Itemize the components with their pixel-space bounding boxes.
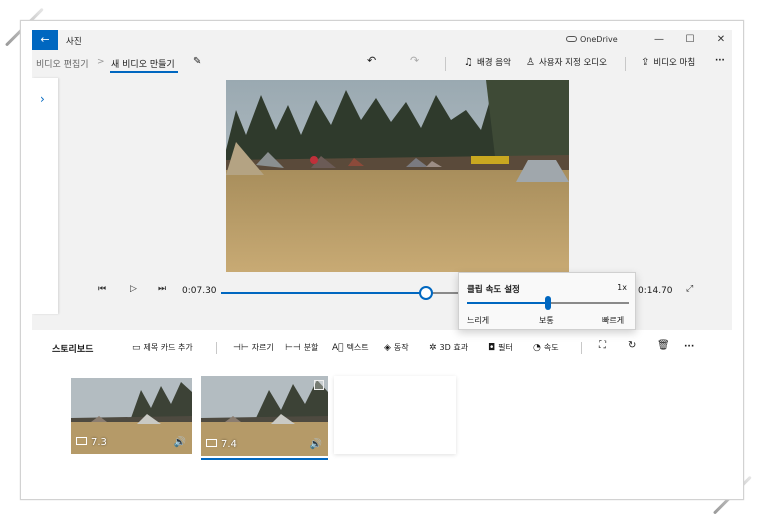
person-audio-icon: ♙: [526, 57, 535, 68]
play-icon[interactable]: ▷: [130, 284, 137, 294]
add-title-card-button[interactable]: ▭ 제목 카드 추가: [132, 342, 193, 353]
text-icon: A⃞: [332, 343, 344, 353]
chevron-right-icon: >: [97, 57, 105, 67]
side-panel: ›: [32, 78, 58, 314]
clip-1-duration: 7.3: [76, 437, 107, 448]
campsite-video-frame: [226, 80, 569, 272]
finish-video-label: 비디오 마침: [653, 58, 696, 68]
back-button[interactable]: ←: [32, 30, 58, 50]
video-preview[interactable]: [226, 80, 569, 272]
add-title-card-label: 제목 카드 추가: [143, 343, 193, 352]
storyboard-clip-2[interactable]: 7.4 🔊: [201, 376, 328, 456]
frame-icon: [206, 439, 217, 447]
maximize-button[interactable]: ☐: [675, 30, 705, 50]
divider: [581, 342, 582, 354]
3d-effects-icon: ✲: [429, 343, 437, 353]
active-crumb-underline: [110, 71, 178, 73]
current-time: 0:07.30: [182, 286, 217, 296]
filters-button[interactable]: ◘ 필터: [488, 342, 513, 353]
speed-normal-label: 보통: [539, 316, 554, 325]
clip-2-duration: 7.4: [206, 439, 237, 450]
storyboard: 스토리보드 ▭ 제목 카드 추가 ⊣⊢ 자르기 ⊢⊣ 분할 A⃞ 텍스트 ◈ 동작 ✲ 3D…: [32, 330, 732, 460]
storyboard-more-button[interactable]: ···: [684, 342, 694, 352]
speed-button[interactable]: ◔ 속도: [533, 342, 559, 353]
split-button[interactable]: ⊢⊣ 분할: [285, 342, 318, 353]
speed-fast-label: 빠르게: [602, 316, 625, 325]
divider: [216, 342, 217, 354]
3d-effects-label: 3D 효과: [439, 343, 469, 352]
text-label: 텍스트: [346, 343, 369, 352]
cloud-icon: [566, 35, 577, 42]
undo-icon[interactable]: ↶: [367, 54, 376, 67]
speedometer-icon: ◔: [533, 343, 541, 353]
divider: [625, 57, 626, 71]
breadcrumb-new-video[interactable]: 새 비디오 만들기: [111, 57, 175, 70]
frame-icon: [76, 437, 87, 445]
minimize-button[interactable]: —: [644, 30, 674, 50]
resize-icon[interactable]: ⛶: [599, 340, 606, 351]
speed-slider-thumb[interactable]: [545, 296, 551, 310]
background-music-button[interactable]: ♫ 배경 음악: [464, 56, 511, 68]
motion-label: 동작: [393, 343, 409, 352]
breadcrumb-video-editor[interactable]: 비디오 편집기: [36, 57, 89, 70]
speaker-icon[interactable]: 🔊: [174, 437, 186, 448]
selected-clip-indicator: [201, 458, 328, 460]
clip-select-checkbox[interactable]: [314, 380, 324, 390]
seek-bar-progress: [221, 292, 427, 294]
total-time: 0:14.70: [638, 286, 673, 296]
finish-video-button[interactable]: ⇪ 비디오 마침: [641, 56, 695, 68]
redo-icon[interactable]: ↷: [410, 54, 419, 67]
arrow-left-icon: ←: [40, 33, 50, 46]
title-card-icon: ▭: [132, 343, 141, 353]
delete-trash-icon[interactable]: 🗑: [657, 340, 670, 351]
trim-icon: ⊣⊢: [233, 343, 249, 353]
speed-slow-label: 느리게: [467, 316, 490, 325]
motion-button[interactable]: ◈ 동작: [384, 342, 409, 353]
speed-value: 1x: [617, 283, 627, 292]
command-bar: 비디오 편집기 > 새 비디오 만들기 ✎ ↶ ↷ ♫ 배경 음악 ♙ 사용자 지정…: [32, 50, 732, 78]
photos-app-window: ← 사진 OneDrive — ☐ ✕ 비디오 편집기 > 새 비디오 만들기 …: [32, 30, 732, 460]
more-options-button[interactable]: ···: [715, 56, 725, 66]
fullscreen-expand-icon[interactable]: ⤢: [686, 284, 693, 294]
edit-pencil-icon[interactable]: ✎: [193, 56, 201, 67]
rotate-icon[interactable]: ↻: [628, 340, 636, 351]
expand-panel-chevron-icon[interactable]: ›: [40, 92, 45, 106]
speed-slider[interactable]: [467, 296, 629, 310]
clip-2-duration-value: 7.4: [221, 439, 237, 450]
split-icon: ⊢⊣: [285, 343, 301, 353]
next-frame-icon[interactable]: ⏭: [158, 284, 166, 294]
storyboard-clip-1[interactable]: 7.3 🔊: [71, 378, 192, 454]
onedrive-status[interactable]: OneDrive: [566, 35, 618, 44]
filters-label: 필터: [498, 343, 513, 352]
speed-label: 속도: [543, 343, 559, 352]
previous-frame-icon[interactable]: ⏮: [98, 284, 106, 294]
close-button[interactable]: ✕: [706, 30, 732, 50]
speed-popup-title: 클립 속도 설정: [467, 285, 520, 295]
trim-button[interactable]: ⊣⊢ 자르기: [233, 342, 274, 353]
filter-icon: ◘: [488, 343, 496, 353]
onedrive-label: OneDrive: [580, 35, 618, 44]
clip-1-duration-value: 7.3: [91, 437, 107, 448]
speed-slider-fill: [467, 302, 548, 304]
title-bar: ← 사진 OneDrive — ☐ ✕: [32, 30, 732, 50]
share-export-icon: ⇪: [641, 57, 650, 68]
storyboard-title: 스토리보드: [52, 345, 94, 355]
empty-storyboard-slot: [334, 376, 456, 454]
trim-label: 자르기: [251, 343, 274, 352]
music-note-icon: ♫: [464, 57, 473, 68]
speaker-icon[interactable]: 🔊: [310, 439, 322, 450]
motion-icon: ◈: [384, 343, 391, 353]
3d-effects-button[interactable]: ✲ 3D 효과: [429, 342, 468, 353]
app-title: 사진: [66, 37, 82, 47]
clip-speed-popup: 클립 속도 설정 1x 느리게 보통 빠르게: [458, 272, 636, 330]
seek-bar-thumb[interactable]: [419, 286, 434, 300]
custom-audio-button[interactable]: ♙ 사용자 지정 오디오: [526, 56, 607, 68]
text-button[interactable]: A⃞ 텍스트: [332, 342, 369, 353]
background-music-label: 배경 음악: [476, 58, 511, 68]
custom-audio-label: 사용자 지정 오디오: [538, 58, 607, 68]
split-label: 분할: [303, 343, 319, 352]
divider: [445, 57, 446, 71]
